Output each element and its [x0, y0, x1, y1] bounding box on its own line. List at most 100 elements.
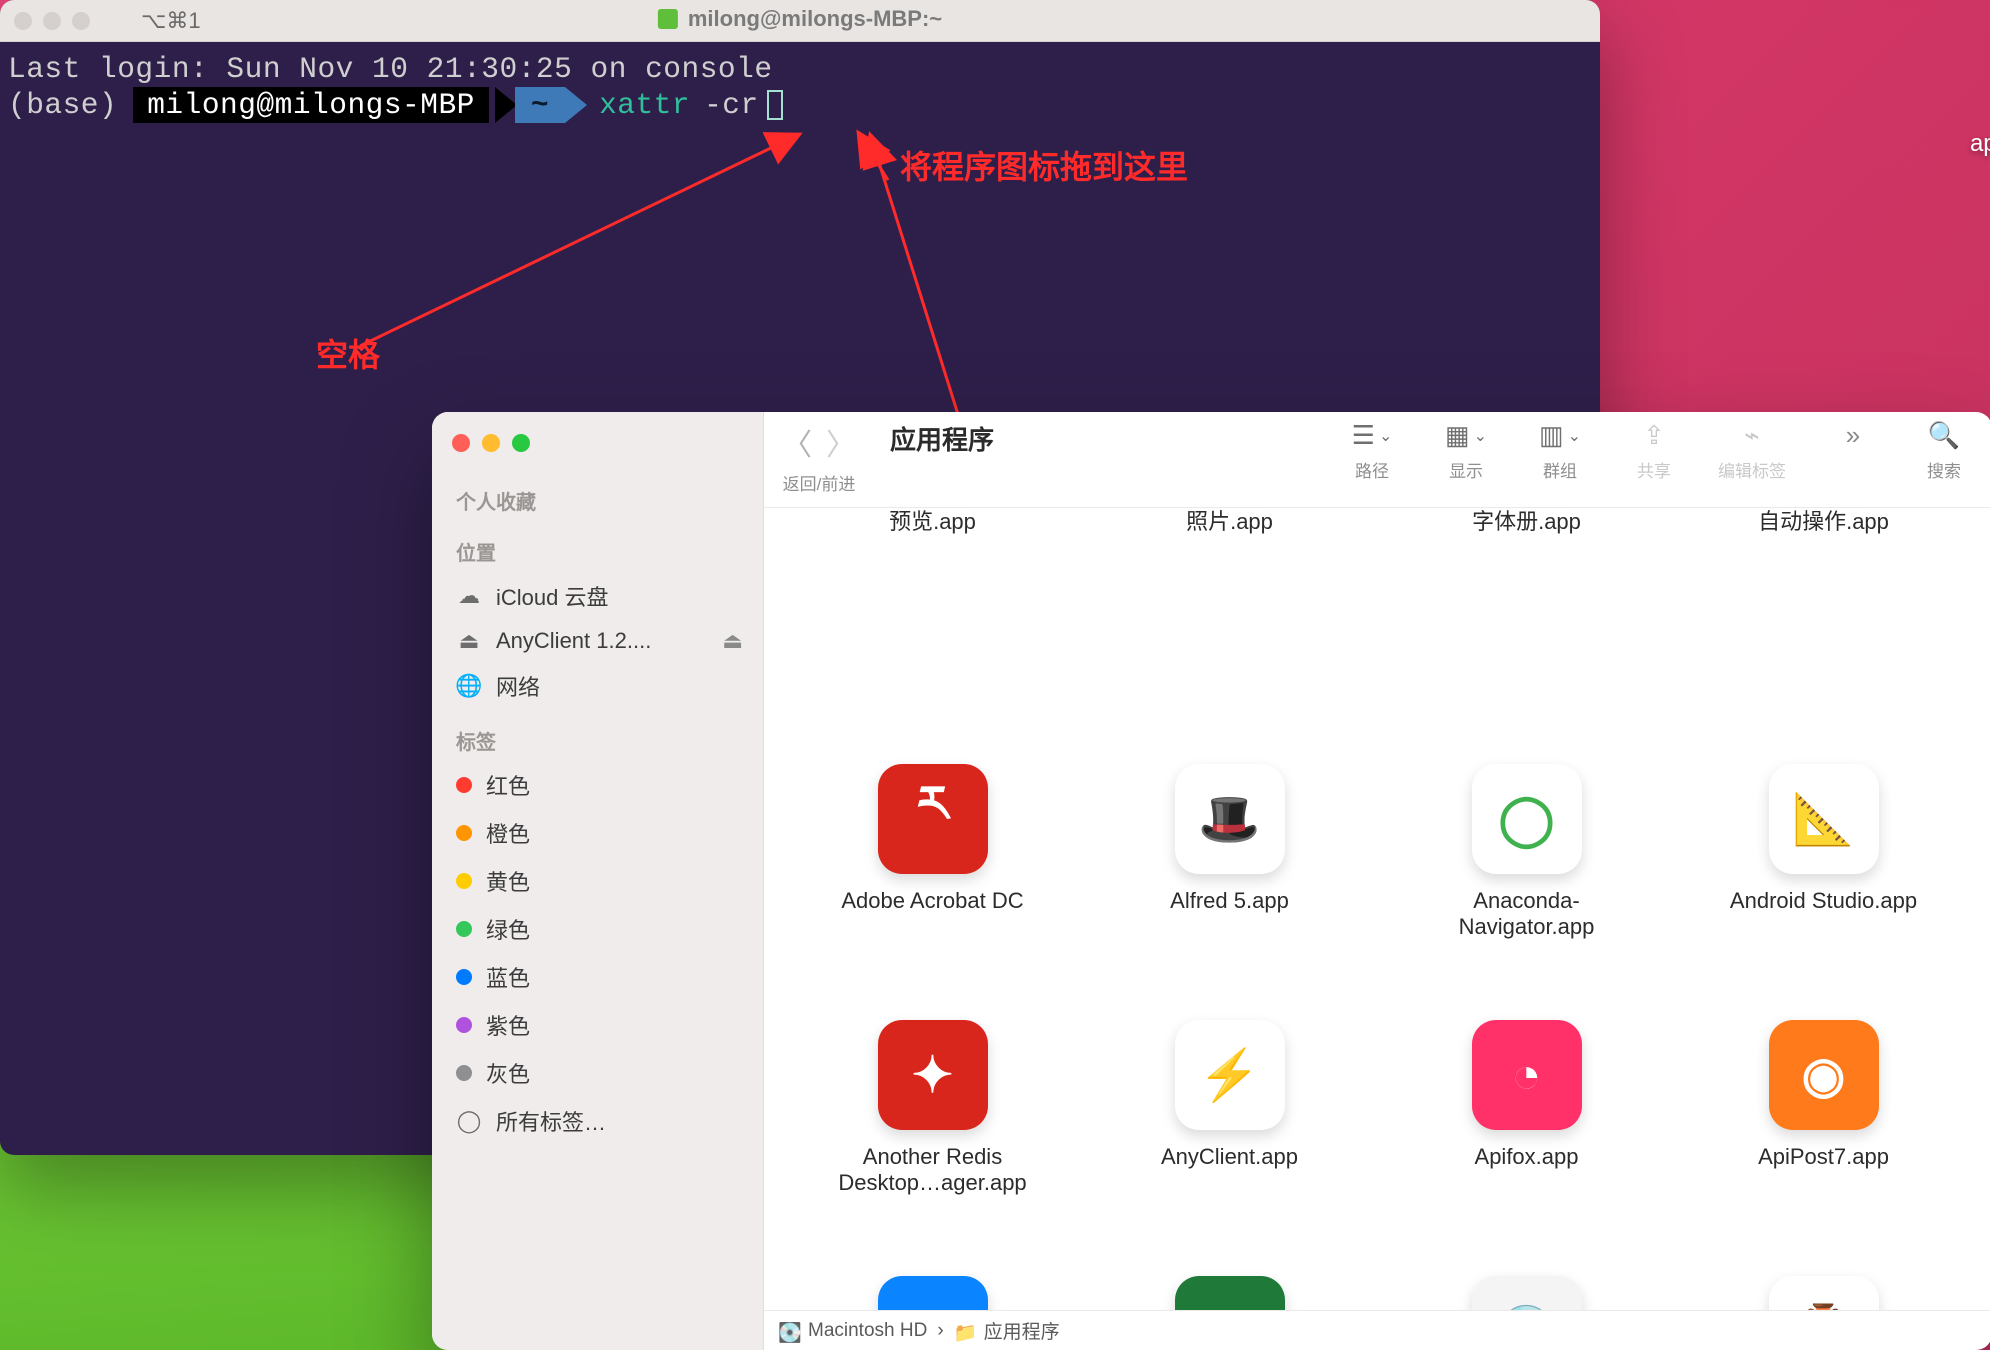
- app-icon: ◔: [1472, 1020, 1582, 1130]
- app-tile[interactable]: ◔Apifox.app: [1382, 1020, 1671, 1270]
- toolbar-view-button[interactable]: ▦⌄: [1445, 420, 1487, 451]
- finder-nav-label: 返回/前进: [783, 470, 856, 495]
- app-tile[interactable]: ◯Anaconda-Navigator.app: [1382, 764, 1671, 1014]
- finder-path-bar[interactable]: 💽 Macintosh HD › 📁 应用程序: [764, 1310, 1990, 1350]
- sidebar-tag-item[interactable]: 蓝色: [432, 953, 763, 1001]
- toolbar-share-button[interactable]: ⇪: [1643, 420, 1665, 451]
- app-tile[interactable]: 📐 Android Studio.app: [1679, 764, 1968, 1014]
- app-tile[interactable]: 💿: [1382, 1276, 1671, 1310]
- tag-dot-icon: [456, 921, 472, 937]
- toolbar-tags-button[interactable]: ⌁: [1744, 420, 1760, 451]
- finder-window[interactable]: 个人收藏 位置 ☁︎ iCloud 云盘 ⏏︎ AnyClient 1.2...…: [432, 412, 1990, 1350]
- tag-dot-icon: [456, 873, 472, 889]
- sidebar-tag-item[interactable]: 绿色: [432, 905, 763, 953]
- tag-dot-icon: [456, 777, 472, 793]
- sidebar-item-label: 紫色: [486, 1009, 530, 1041]
- toolbar-search-button[interactable]: 🔍: [1928, 420, 1960, 451]
- app-tile[interactable]: 🎩Alfred 5.app: [1085, 764, 1374, 1014]
- terminal-last-login: Last login: Sun Nov 10 21:30:25 on conso…: [8, 52, 1592, 87]
- terminal-home-icon: [658, 9, 678, 29]
- sidebar-tag-item[interactable]: 橙色: [432, 809, 763, 857]
- app-tile[interactable]: ✦Another Redis Desktop…ager.app: [788, 1020, 1077, 1270]
- app-icon: A: [878, 1276, 988, 1310]
- app-label: AnyClient.app: [1161, 1144, 1298, 1170]
- sidebar-tag-item[interactable]: 紫色: [432, 1001, 763, 1049]
- app-tile[interactable]: 🌈照片.app: [1085, 508, 1374, 758]
- app-tile[interactable]: ◉ ApiPost7.app: [1679, 1020, 1968, 1270]
- app-icon: ✦: [878, 1020, 988, 1130]
- toolbar-view-label: 显示: [1449, 457, 1483, 482]
- chevron-right-icon[interactable]: 〉: [826, 420, 856, 464]
- sidebar-tag-item[interactable]: 灰色: [432, 1049, 763, 1097]
- disk-icon: 💽: [778, 1321, 798, 1341]
- sidebar-tag-item[interactable]: 红色: [432, 761, 763, 809]
- traffic-light-minimize[interactable]: [482, 434, 500, 452]
- toolbar-share-label: 共享: [1637, 457, 1671, 482]
- app-label: Android Studio.app: [1730, 888, 1917, 914]
- eject-icon[interactable]: ⏏: [722, 628, 743, 654]
- terminal-cursor: [767, 90, 783, 120]
- app-tile[interactable]: A: [788, 1276, 1077, 1310]
- finder-path-disk[interactable]: Macintosh HD: [808, 1320, 927, 1342]
- app-tile[interactable]: 🤖自动操作.app: [1679, 508, 1968, 758]
- sidebar-heading-tags: 标签: [432, 710, 763, 761]
- sidebar-tag-item[interactable]: 黄色: [432, 857, 763, 905]
- toolbar-path-button[interactable]: ☰⌄: [1352, 420, 1393, 451]
- powerline-separator-icon: [495, 87, 517, 123]
- app-label: ApiPost7.app: [1758, 1144, 1889, 1170]
- sidebar-item-network[interactable]: 🌐 网络: [432, 662, 763, 710]
- app-icon: ར: [878, 764, 988, 874]
- app-label: 自动操作.app: [1758, 508, 1889, 536]
- terminal-title: milong@milongs-MBP:~: [658, 6, 942, 32]
- finder-sidebar: 个人收藏 位置 ☁︎ iCloud 云盘 ⏏︎ AnyClient 1.2...…: [432, 412, 764, 1350]
- app-label: 预览.app: [889, 508, 976, 536]
- app-icon: 🏺: [1769, 1276, 1879, 1310]
- finder-nav-buttons[interactable]: 〈 〉: [782, 420, 856, 464]
- app-label: 照片.app: [1186, 508, 1273, 536]
- sidebar-item-label: 橙色: [486, 817, 530, 849]
- annotation-space: 空格: [316, 330, 380, 376]
- toolbar-group-button[interactable]: ▥⌄: [1539, 420, 1581, 451]
- app-icon: 📐: [1769, 764, 1879, 874]
- disk-icon: ⏏︎: [456, 628, 482, 654]
- sidebar-item-icloud[interactable]: ☁︎ iCloud 云盘: [432, 572, 763, 620]
- terminal-titlebar[interactable]: ⌥⌘1 milong@milongs-MBP:~: [0, 0, 1600, 42]
- app-label: Alfred 5.app: [1170, 888, 1289, 914]
- terminal-command-flags: -cr: [704, 88, 759, 123]
- traffic-light-close[interactable]: [14, 12, 32, 30]
- app-icon: ⚡: [1175, 1020, 1285, 1130]
- sidebar-item-label: 绿色: [486, 913, 530, 945]
- tags-icon: ◯: [456, 1108, 482, 1134]
- chevron-right-icon: ›: [937, 1320, 943, 1342]
- annotation-drag-here: 将程序图标拖到这里: [900, 142, 1188, 188]
- traffic-light-zoom[interactable]: [72, 12, 90, 30]
- tag-dot-icon: [456, 1017, 472, 1033]
- traffic-light-close[interactable]: [452, 434, 470, 452]
- app-tile[interactable]: རAdobe Acrobat DC: [788, 764, 1077, 1014]
- traffic-light-minimize[interactable]: [43, 12, 61, 30]
- app-label: 字体册.app: [1472, 508, 1581, 536]
- app-tile[interactable]: F字体册.app: [1382, 508, 1671, 758]
- toolbar-path-label: 路径: [1355, 457, 1389, 482]
- app-tile[interactable]: QA: [1085, 1276, 1374, 1310]
- folder-icon: 📁: [954, 1321, 974, 1341]
- app-tile[interactable]: 🖼️预览.app: [788, 508, 1077, 758]
- app-tile[interactable]: ⚡ AnyClient.app: [1085, 1020, 1374, 1270]
- sidebar-item-anyclient-disk[interactable]: ⏏︎ AnyClient 1.2.... ⏏: [432, 620, 763, 662]
- toolbar-overflow-button[interactable]: »: [1846, 420, 1854, 451]
- sidebar-item-label: 灰色: [486, 1057, 530, 1089]
- sidebar-item-label: 所有标签…: [496, 1105, 606, 1137]
- app-icon: ◉: [1769, 1020, 1879, 1130]
- terminal-user-host: milong@milongs-MBP: [133, 87, 489, 123]
- app-tile[interactable]: 🏺: [1679, 1276, 1968, 1310]
- chevron-left-icon[interactable]: 〈: [782, 420, 812, 464]
- traffic-light-zoom[interactable]: [512, 434, 530, 452]
- cloud-icon: ☁︎: [456, 583, 482, 609]
- finder-path-folder[interactable]: 应用程序: [984, 1317, 1060, 1344]
- finder-grid[interactable]: 🖼️预览.app🌈照片.appF字体册.app🤖自动操作.app རAdobe A…: [764, 508, 1990, 1310]
- sidebar-item-label: AnyClient 1.2....: [496, 628, 651, 654]
- terminal-cwd: ~: [515, 87, 565, 123]
- terminal-body[interactable]: Last login: Sun Nov 10 21:30:25 on conso…: [0, 42, 1600, 133]
- terminal-command: xattr: [599, 88, 690, 123]
- sidebar-item-all-tags[interactable]: ◯ 所有标签…: [432, 1097, 763, 1145]
